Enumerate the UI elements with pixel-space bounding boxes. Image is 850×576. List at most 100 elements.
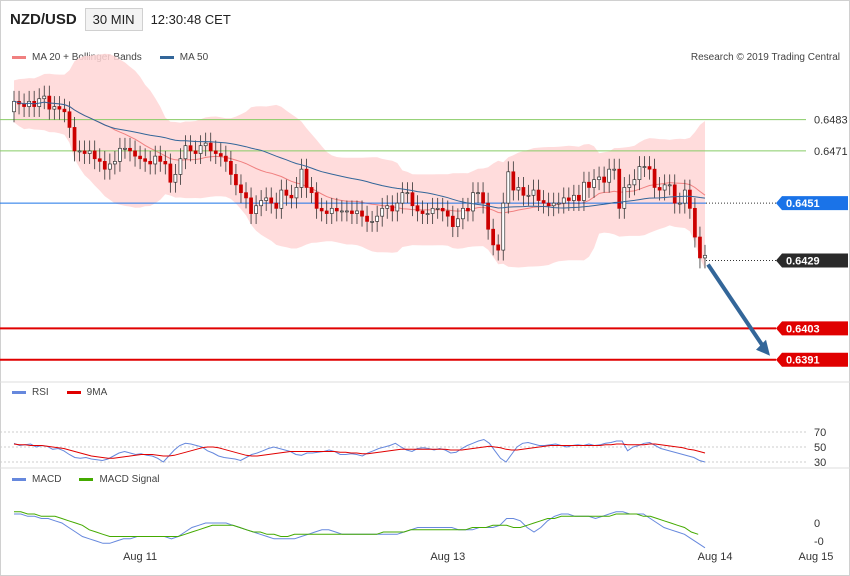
candle-body bbox=[461, 207, 465, 220]
candle-body bbox=[62, 108, 67, 113]
candle-body bbox=[612, 168, 617, 171]
candle-body bbox=[173, 174, 178, 183]
pivot-label-1: 0.6471 bbox=[814, 146, 848, 158]
candle-body bbox=[677, 202, 682, 205]
candle-body bbox=[309, 187, 314, 194]
candle-body bbox=[193, 150, 198, 154]
candle-body bbox=[329, 207, 334, 214]
candle-body bbox=[107, 163, 112, 170]
candle-body bbox=[113, 161, 117, 165]
candle-body bbox=[92, 150, 97, 160]
candle-body bbox=[440, 207, 445, 212]
candle-body bbox=[410, 192, 415, 207]
candle-body bbox=[274, 202, 279, 209]
candle-body bbox=[471, 192, 475, 212]
candle-body bbox=[168, 163, 173, 183]
candle-body bbox=[138, 155, 142, 160]
pivot-label-0: 0.6483 bbox=[814, 115, 848, 127]
macd-tick-label-0: 0 bbox=[814, 518, 820, 530]
candle-body bbox=[345, 210, 349, 213]
candle-body bbox=[556, 202, 561, 205]
rsi-tick-label-1: 50 bbox=[814, 442, 826, 454]
candle-body bbox=[334, 207, 339, 212]
chart-canvas[interactable]: 0.6483 0.6471 0.6451 0.6429 0.6403 0.6391 Aug … bbox=[0, 0, 850, 576]
forecast-arrow-shaft bbox=[706, 263, 766, 349]
candle-body bbox=[476, 192, 480, 195]
macd-tick-label-1: -0 bbox=[814, 536, 824, 548]
candle-body bbox=[597, 176, 601, 180]
candle-body bbox=[67, 111, 72, 128]
candle-body bbox=[541, 200, 546, 204]
candle-body bbox=[703, 254, 707, 259]
candle-body bbox=[450, 215, 455, 227]
candle-body bbox=[52, 106, 57, 110]
candle-body bbox=[667, 184, 672, 187]
candle-body bbox=[496, 244, 501, 251]
candle-body bbox=[551, 202, 556, 207]
candle-body bbox=[370, 221, 374, 223]
candle-body bbox=[455, 218, 460, 227]
candle-body bbox=[415, 205, 420, 212]
candle-body bbox=[259, 200, 264, 207]
candle-body bbox=[244, 192, 248, 199]
candle-body bbox=[627, 184, 632, 188]
candle-body bbox=[133, 150, 137, 157]
current-price-label: 0.6429 bbox=[786, 256, 820, 268]
candle-body bbox=[77, 150, 82, 153]
candle-body bbox=[239, 184, 243, 194]
candle-body bbox=[314, 192, 319, 209]
candle-body bbox=[360, 210, 364, 217]
candle-body bbox=[672, 184, 677, 204]
candle-body bbox=[289, 194, 294, 199]
candle-body bbox=[516, 187, 521, 191]
candle-body bbox=[284, 189, 289, 196]
candle-body bbox=[183, 145, 188, 160]
bollinger-band-area bbox=[14, 53, 705, 270]
candle-body bbox=[385, 205, 390, 209]
candle-body bbox=[375, 215, 380, 222]
candle-body bbox=[279, 189, 284, 209]
rsi-tick-label-2: 30 bbox=[814, 457, 826, 469]
candle-body bbox=[536, 189, 541, 201]
candle-body bbox=[294, 187, 299, 199]
candle-body bbox=[607, 168, 612, 183]
candle-body bbox=[148, 161, 153, 165]
candle-body bbox=[72, 127, 77, 152]
candle-body bbox=[163, 161, 168, 165]
candle-body bbox=[526, 194, 531, 197]
candle-body bbox=[223, 155, 228, 162]
candle-body bbox=[198, 145, 203, 154]
candle-body bbox=[188, 145, 193, 152]
candle-body bbox=[622, 187, 627, 209]
candle-body bbox=[481, 192, 485, 204]
candle-body bbox=[97, 158, 102, 162]
candle-body bbox=[324, 210, 329, 214]
support-label-5: 0.6391 bbox=[786, 355, 820, 367]
candle-body bbox=[511, 171, 516, 191]
candle-body bbox=[82, 150, 87, 154]
candle-body bbox=[178, 158, 183, 175]
candle-body bbox=[213, 150, 218, 154]
candle-body bbox=[319, 207, 324, 212]
candle-body bbox=[486, 202, 490, 230]
x-tick-label-1: Aug 13 bbox=[430, 551, 465, 563]
macd-line bbox=[14, 511, 706, 549]
candle-body bbox=[637, 166, 642, 180]
candle-body bbox=[400, 192, 405, 204]
candle-body bbox=[652, 168, 657, 188]
candle-body bbox=[118, 147, 122, 162]
ma50-price-label: 0.6451 bbox=[786, 198, 820, 210]
candle-body bbox=[42, 95, 47, 100]
candle-body bbox=[577, 194, 581, 201]
rsi-tick-label-0: 70 bbox=[814, 427, 826, 439]
candle-body bbox=[355, 210, 359, 214]
x-tick-label-2: Aug 14 bbox=[698, 551, 733, 563]
candle-body bbox=[395, 202, 400, 212]
candle-body bbox=[592, 179, 596, 188]
candle-body bbox=[380, 207, 385, 217]
candle-body bbox=[501, 202, 506, 251]
candle-body bbox=[339, 210, 344, 213]
candle-body bbox=[208, 142, 213, 152]
candle-body bbox=[350, 210, 354, 214]
rsi-9ma-line bbox=[13, 443, 706, 459]
